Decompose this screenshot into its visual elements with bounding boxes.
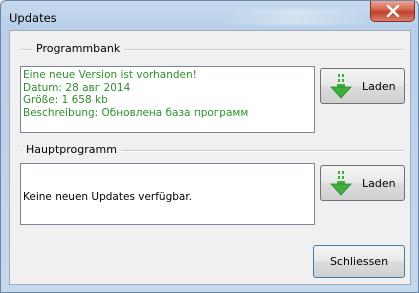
info-line: Eine neue Version ist vorhanden! xyxy=(23,69,197,81)
programmbank-info-box[interactable]: Eine neue Version ist vorhanden! Datum: 2… xyxy=(20,66,315,133)
hauptprogramm-load-button[interactable]: Laden xyxy=(320,165,405,201)
window-title: Updates xyxy=(9,11,57,25)
dialog-body: Programmbank Eine neue Version ist vorha… xyxy=(9,30,411,285)
programmbank-group-label: Programmbank xyxy=(32,42,125,55)
background-window-ghost xyxy=(221,9,371,25)
schliessen-button[interactable]: Schliessen xyxy=(313,245,405,278)
close-icon xyxy=(386,5,399,17)
info-line: Keine neuen Updates verfügbar. xyxy=(23,191,193,203)
info-line: Datum: 28 авг 2014 xyxy=(23,81,131,94)
schliessen-label: Schliessen xyxy=(329,255,389,268)
download-arrow-icon xyxy=(330,171,352,196)
hauptprogramm-group-label: Hauptprogramm xyxy=(22,143,121,156)
download-arrow-icon xyxy=(330,74,352,99)
programmbank-load-label: Laden xyxy=(362,79,396,93)
programmbank-load-button[interactable]: Laden xyxy=(320,68,405,104)
close-button[interactable] xyxy=(370,1,415,22)
hauptprogramm-info-box[interactable]: Keine neuen Updates verfügbar. xyxy=(20,163,315,225)
hauptprogramm-load-label: Laden xyxy=(362,176,396,190)
updates-dialog: Updates Programmbank Eine neue Version i… xyxy=(0,0,419,293)
info-line: Beschreibung: Обновлена база программ xyxy=(23,106,249,119)
info-line: Größe: 1 658 kb xyxy=(23,94,108,106)
